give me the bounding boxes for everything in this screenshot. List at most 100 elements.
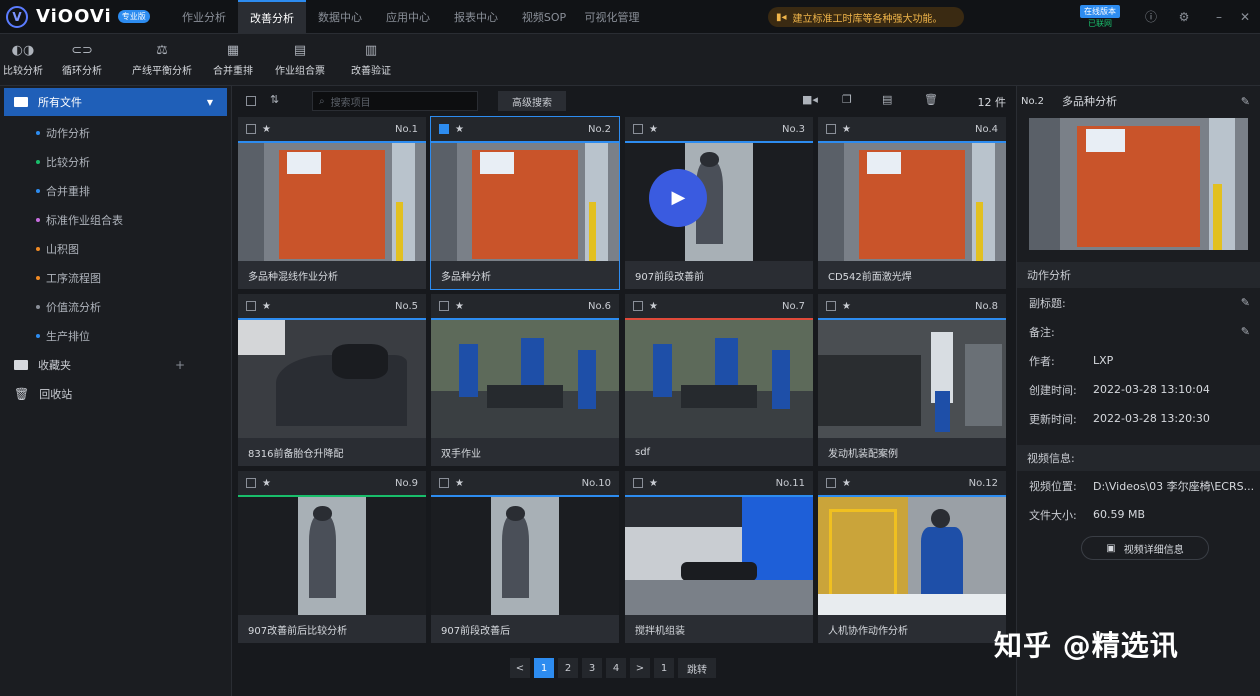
card-thumbnail[interactable]: [238, 143, 426, 261]
sidebar-item-1[interactable]: 比较分析: [0, 147, 231, 176]
star-icon[interactable]: ★: [842, 301, 851, 312]
file-card[interactable]: ★ No.11 搅拌机组装: [625, 471, 813, 643]
edit-subtitle-icon[interactable]: ✎: [1241, 296, 1250, 309]
star-icon[interactable]: ★: [455, 124, 464, 135]
goto-page-input[interactable]: 1: [654, 658, 674, 678]
file-card[interactable]: ★ No.9 907改善前后比较分析: [238, 471, 426, 643]
star-icon[interactable]: ★: [455, 478, 464, 489]
add-icon[interactable]: +: [175, 358, 185, 372]
star-icon[interactable]: ★: [262, 301, 271, 312]
card-thumbnail[interactable]: [431, 143, 619, 261]
star-icon[interactable]: ★: [649, 301, 658, 312]
copy-icon[interactable]: ❐: [842, 93, 852, 106]
nav-tab-0[interactable]: 作业分析: [170, 0, 238, 34]
info-icon[interactable]: ⓘ: [1144, 10, 1158, 24]
card-checkbox[interactable]: [633, 124, 643, 134]
gear-icon[interactable]: ⚙: [1177, 10, 1191, 24]
star-icon[interactable]: ★: [262, 124, 271, 135]
card-thumbnail[interactable]: [431, 320, 619, 438]
list-icon[interactable]: ▤: [882, 93, 892, 106]
card-checkbox[interactable]: [439, 301, 449, 311]
goto-page-button[interactable]: 跳转: [678, 658, 716, 678]
star-icon[interactable]: ★: [842, 124, 851, 135]
card-checkbox[interactable]: [439, 478, 449, 488]
file-card[interactable]: ★ No.6 双手作业: [431, 294, 619, 466]
minimize-icon[interactable]: –: [1212, 10, 1226, 24]
notice-banner[interactable]: ▮◂ 建立标准工时库等各种强大功能。: [768, 7, 964, 27]
file-card[interactable]: ★ No.12 人机协作动作分析: [818, 471, 1006, 643]
sidebar-item-2[interactable]: 合并重排: [0, 176, 231, 205]
sidebar-item-5[interactable]: 工序流程图: [0, 263, 231, 292]
tool-button-3[interactable]: ▦ 合并重排: [198, 34, 268, 86]
card-checkbox[interactable]: [826, 301, 836, 311]
card-thumbnail[interactable]: [625, 320, 813, 438]
panel-thumbnail[interactable]: [1029, 118, 1248, 250]
star-icon[interactable]: ★: [649, 478, 658, 489]
tool-button-1[interactable]: ⊂⊃ 循环分析: [40, 34, 124, 86]
sidebar-item-7[interactable]: 生产排位: [0, 321, 231, 350]
close-icon[interactable]: ✕: [1238, 10, 1252, 24]
edit-icon[interactable]: ✎: [1241, 95, 1250, 108]
page-button-4[interactable]: 4: [606, 658, 626, 678]
sidebar-item-recycle[interactable]: 🗑 回收站: [0, 379, 231, 408]
card-thumbnail[interactable]: [818, 320, 1006, 438]
file-card[interactable]: ★ No.1 多品种混线作业分析: [238, 117, 426, 289]
star-icon[interactable]: ★: [262, 478, 271, 489]
card-checkbox[interactable]: [633, 301, 643, 311]
online-status[interactable]: 在线版本 已联网: [1080, 5, 1120, 29]
nav-tab-3[interactable]: 应用中心: [374, 0, 442, 34]
file-card[interactable]: ★ No.7 sdf: [625, 294, 813, 466]
file-card[interactable]: ★ No.3 ▶ 907前段改善前: [625, 117, 813, 289]
sidebar-item-6[interactable]: 价值流分析: [0, 292, 231, 321]
card-thumbnail[interactable]: [431, 497, 619, 615]
tool-button-2[interactable]: ⚖ 产线平衡分析: [124, 34, 200, 86]
sidebar-item-0[interactable]: 动作分析: [0, 118, 231, 147]
sidebar-item-3[interactable]: 标准作业组合表: [0, 205, 231, 234]
sidebar-item-favorites[interactable]: 收藏夹 +: [0, 350, 231, 379]
page-button-1[interactable]: 1: [534, 658, 554, 678]
sort-icon[interactable]: ⇅: [270, 93, 279, 106]
sidebar-item-4[interactable]: 山积图: [0, 234, 231, 263]
card-thumbnail[interactable]: ▶: [625, 143, 813, 261]
sidebar-root-all-files[interactable]: 所有文件 ▼: [4, 88, 227, 116]
tool-button-5[interactable]: ▥ 改善验证: [340, 34, 402, 86]
video-icon[interactable]: ■◂: [802, 93, 818, 106]
card-thumbnail[interactable]: [818, 497, 1006, 615]
nav-tab-1[interactable]: 改善分析: [238, 0, 306, 34]
video-details-button[interactable]: ▣ 视频详细信息: [1081, 536, 1209, 560]
nav-tab-6[interactable]: 可视化管理: [578, 0, 646, 34]
card-checkbox[interactable]: [826, 478, 836, 488]
next-page-button[interactable]: >: [630, 658, 650, 678]
file-card[interactable]: ★ No.5 8316前备胎仓升降配: [238, 294, 426, 466]
card-checkbox[interactable]: [826, 124, 836, 134]
card-thumbnail[interactable]: [625, 497, 813, 615]
page-button-2[interactable]: 2: [558, 658, 578, 678]
advanced-search-button[interactable]: 高级搜索: [498, 91, 566, 111]
card-thumbnail[interactable]: [238, 320, 426, 438]
star-icon[interactable]: ★: [455, 301, 464, 312]
file-card[interactable]: ★ No.4 CD542前面激光焊: [818, 117, 1006, 289]
file-card[interactable]: ★ No.2 多品种分析: [430, 116, 620, 290]
star-icon[interactable]: ★: [842, 478, 851, 489]
card-checkbox[interactable]: [633, 478, 643, 488]
nav-tab-4[interactable]: 报表中心: [442, 0, 510, 34]
play-icon[interactable]: ▶: [649, 168, 708, 227]
card-checkbox[interactable]: [246, 478, 256, 488]
tool-button-4[interactable]: ▤ 作业组合票: [262, 34, 338, 86]
card-checkbox[interactable]: [246, 301, 256, 311]
star-icon[interactable]: ★: [649, 124, 658, 135]
page-button-3[interactable]: 3: [582, 658, 602, 678]
file-card[interactable]: ★ No.8 发动机装配案例: [818, 294, 1006, 466]
nav-tab-5[interactable]: 视频SOP: [510, 0, 578, 34]
nav-tab-2[interactable]: 数据中心: [306, 0, 374, 34]
card-checkbox[interactable]: [439, 124, 449, 134]
card-thumbnail[interactable]: [238, 497, 426, 615]
select-all-checkbox[interactable]: [246, 96, 256, 106]
search-input[interactable]: ⌕ 搜索项目: [312, 91, 478, 111]
prev-page-button[interactable]: <: [510, 658, 530, 678]
edit-note-icon[interactable]: ✎: [1241, 325, 1250, 338]
file-card[interactable]: ★ No.10 907前段改善后: [431, 471, 619, 643]
delete-icon[interactable]: 🗑: [924, 93, 938, 106]
card-checkbox[interactable]: [246, 124, 256, 134]
card-thumbnail[interactable]: [818, 143, 1006, 261]
